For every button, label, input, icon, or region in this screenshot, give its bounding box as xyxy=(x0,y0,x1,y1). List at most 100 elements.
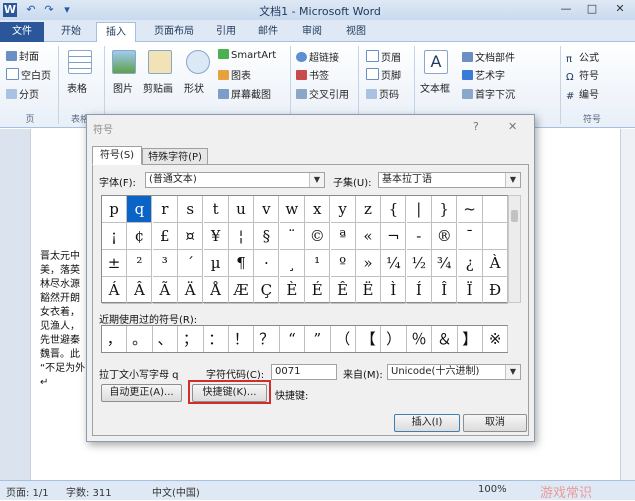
symbol-cell[interactable]: ~ xyxy=(457,196,483,223)
dropcap-button[interactable]: 首字下沉 xyxy=(462,86,515,101)
symbol-cell[interactable]: ´ xyxy=(178,250,204,277)
symbol-cell[interactable]: Ä xyxy=(178,277,204,304)
scroll-thumb[interactable] xyxy=(511,210,518,222)
symbol-cell[interactable]: s xyxy=(178,196,204,223)
autocorrect-button[interactable]: 自动更正(A)... xyxy=(101,384,182,402)
chevron-down-icon[interactable]: ▼ xyxy=(505,173,520,187)
tab-review[interactable]: 审阅 xyxy=(294,22,330,42)
symbol-cell[interactable]: À xyxy=(483,250,508,277)
picture-button-label[interactable]: 图片 xyxy=(113,80,133,95)
symbol-cell[interactable]: t xyxy=(203,196,229,223)
symbol-cell[interactable]: ¥ xyxy=(203,223,229,250)
redo-icon[interactable]: ↷ xyxy=(42,3,56,17)
char-code-input[interactable]: 0071 xyxy=(271,364,337,380)
recent-symbol-cell[interactable]: ： xyxy=(204,326,229,352)
symbol-cell[interactable]: v xyxy=(254,196,280,223)
symbol-cell[interactable]: Â xyxy=(127,277,153,304)
symbol-cell[interactable]: Ð xyxy=(483,277,508,304)
tab-page-layout[interactable]: 页面布局 xyxy=(144,22,204,42)
symbol-cell[interactable]: p xyxy=(102,196,127,223)
symbol-cell[interactable]: » xyxy=(356,250,381,277)
symbol-cell[interactable]: Ê xyxy=(330,277,356,304)
symbol-cell[interactable]: Ã xyxy=(152,277,178,304)
clipart-button-label[interactable]: 剪贴画 xyxy=(143,80,173,95)
symbol-cell[interactable]: ¬ xyxy=(381,223,407,250)
insert-button[interactable]: 插入(I) xyxy=(394,414,460,432)
customize-qat-icon[interactable]: ▾ xyxy=(60,3,74,17)
symbol-cell[interactable]: Ç xyxy=(254,277,280,304)
symbol-cell[interactable]: º xyxy=(330,250,356,277)
symbol-cell[interactable]: ª xyxy=(330,223,356,250)
chevron-down-icon[interactable]: ▼ xyxy=(309,173,324,187)
symbol-cell[interactable]: µ xyxy=(203,250,229,277)
help-icon[interactable]: ? xyxy=(473,120,479,133)
undo-icon[interactable]: ↶ xyxy=(24,3,38,17)
number-button[interactable]: # 编号 xyxy=(566,86,599,102)
minimize-button[interactable]: — xyxy=(553,0,579,18)
symbol-cell[interactable]: ¯ xyxy=(457,223,483,250)
symbol-cell[interactable]: ¡ xyxy=(102,223,127,250)
symbol-cell[interactable]: ¸ xyxy=(279,250,305,277)
symbol-cell[interactable]: - xyxy=(406,223,432,250)
font-select[interactable]: (普通文本) ▼ xyxy=(145,172,325,188)
recent-symbol-cell[interactable]: ； xyxy=(178,326,204,352)
recent-symbol-cell[interactable]: ） xyxy=(381,326,407,352)
word-app-icon[interactable]: W xyxy=(3,3,17,17)
symbol-cell[interactable]: } xyxy=(432,196,458,223)
symbol-cell[interactable]: · xyxy=(254,250,280,277)
symbol-cell[interactable]: Í xyxy=(406,277,432,304)
maximize-button[interactable]: □ xyxy=(579,0,605,18)
tab-file[interactable]: 文件 xyxy=(0,22,44,42)
textbox-button-label[interactable]: 文本框 xyxy=(420,80,450,95)
symbol-cell[interactable]: Ì xyxy=(381,277,407,304)
tab-mailings[interactable]: 邮件 xyxy=(250,22,286,42)
blank-page-button[interactable]: 空白页 xyxy=(6,67,51,82)
symbol-cell[interactable]: ¦ xyxy=(229,223,254,250)
symbol-cell[interactable]: ½ xyxy=(406,250,432,277)
symbol-cell[interactable]: Å xyxy=(203,277,229,304)
symbol-cell[interactable]: Æ xyxy=(229,277,254,304)
wordart-button[interactable]: 艺术字 xyxy=(462,67,505,82)
recent-symbol-cell[interactable]: ， xyxy=(102,326,128,352)
recent-symbol-cell[interactable]: ※ xyxy=(483,326,509,352)
footer-button[interactable]: 页脚 xyxy=(366,67,401,82)
hyperlink-button[interactable]: 超链接 xyxy=(296,49,339,64)
symbol-grid-scrollbar[interactable] xyxy=(508,195,521,303)
symbol-cell[interactable]: ¼ xyxy=(381,250,407,277)
symbol-cell[interactable]: q xyxy=(127,196,153,223)
clipart-icon[interactable] xyxy=(148,50,172,74)
cancel-button[interactable]: 取消 xyxy=(463,414,527,432)
symbol-cell[interactable]: £ xyxy=(152,223,178,250)
language-indicator[interactable]: 中文(中国) xyxy=(152,484,200,499)
symbol-grid[interactable]: p q r s t u v w x y z{|} ~ ¡ ¢ £ ¤ ¥ ¦ § ¨ © ª «¬ - ® ¯ ± ² ³ ´ µ ¶ · ¸ ¹ º… xyxy=(101,195,508,304)
symbol-cell[interactable] xyxy=(483,223,508,250)
symbol-cell[interactable]: ² xyxy=(127,250,153,277)
tab-insert[interactable]: 插入 xyxy=(96,22,136,43)
table-button-label[interactable]: 表格 xyxy=(67,80,87,95)
symbol-cell[interactable]: ¹ xyxy=(305,250,331,277)
symbol-cell[interactable]: ¢ xyxy=(127,223,153,250)
shapes-button-label[interactable]: 形状 xyxy=(184,80,204,95)
quickparts-button[interactable]: 文档部件 xyxy=(462,49,515,64)
page-break-button[interactable]: 分页 xyxy=(6,86,39,101)
recent-symbol-cell[interactable]: ” xyxy=(305,326,331,352)
symbol-cell[interactable]: Î xyxy=(432,277,458,304)
symbol-cell[interactable]: ¶ xyxy=(229,250,254,277)
symbol-cell[interactable]: Ï xyxy=(457,277,483,304)
symbol-cell[interactable]: Ë xyxy=(356,277,381,304)
symbol-cell[interactable]: È xyxy=(279,277,305,304)
dialog-close-icon[interactable]: ✕ xyxy=(508,120,517,133)
symbol-cell[interactable]: ³ xyxy=(152,250,178,277)
bookmark-button[interactable]: 书签 xyxy=(296,67,329,82)
symbol-cell[interactable]: © xyxy=(305,223,331,250)
picture-icon[interactable] xyxy=(112,50,136,74)
tab-special-characters[interactable]: 特殊字符(P) xyxy=(142,148,208,165)
symbol-cell[interactable]: ± xyxy=(102,250,127,277)
page-number-button[interactable]: 页码 xyxy=(366,86,399,101)
recent-symbol-cell[interactable]: “ xyxy=(280,326,306,352)
header-button[interactable]: 页眉 xyxy=(366,49,401,64)
equation-button[interactable]: π 公式 xyxy=(566,49,599,65)
chevron-down-icon[interactable]: ▼ xyxy=(505,365,520,379)
tab-symbols[interactable]: 符号(S) xyxy=(92,146,142,165)
symbol-cell[interactable]: ® xyxy=(432,223,458,250)
